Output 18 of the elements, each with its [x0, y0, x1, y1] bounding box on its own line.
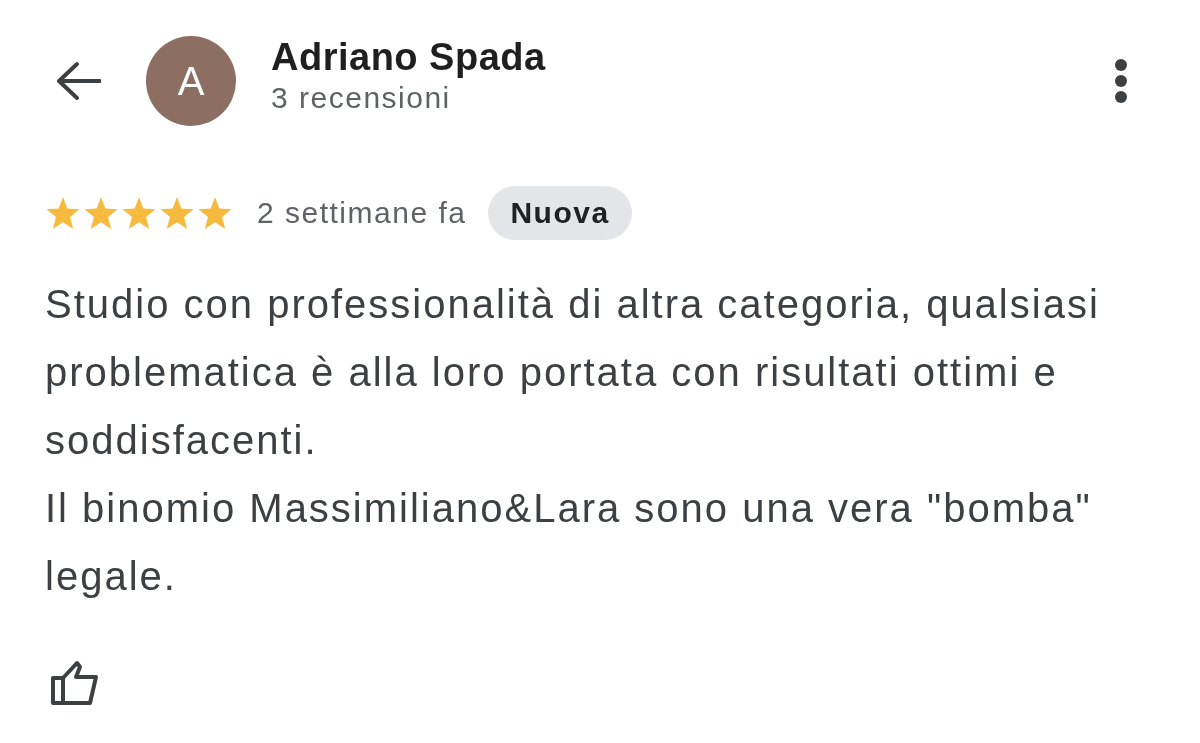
like-button[interactable]	[50, 660, 100, 706]
more-options-button[interactable]	[1114, 58, 1128, 104]
filled-star-icon	[159, 195, 195, 231]
thumbs-up-icon	[50, 660, 100, 706]
review-count: 3 recensioni	[271, 80, 451, 116]
filled-star-icon	[197, 195, 233, 231]
review-text: Il binomio Massimiliano&Lara sono una vera "bomba" legale.	[45, 485, 1093, 600]
new-badge: Nuova	[488, 186, 632, 240]
more-options-icon	[1114, 58, 1128, 104]
review-text: Studio con professionalità di altra categoria, qualsiasi problematica è alla loro portata con risultati ottimi e soddisfacenti.	[45, 281, 1101, 464]
reviewer-name: Adriano Spada	[271, 35, 546, 79]
review-date: 2 settimane fa	[257, 196, 467, 230]
filled-star-icon	[83, 195, 119, 231]
back-arrow-icon	[55, 61, 101, 101]
filled-star-icon	[121, 195, 157, 231]
back-button[interactable]	[55, 61, 101, 101]
avatar: A	[146, 36, 236, 126]
filled-star-icon	[45, 195, 81, 231]
